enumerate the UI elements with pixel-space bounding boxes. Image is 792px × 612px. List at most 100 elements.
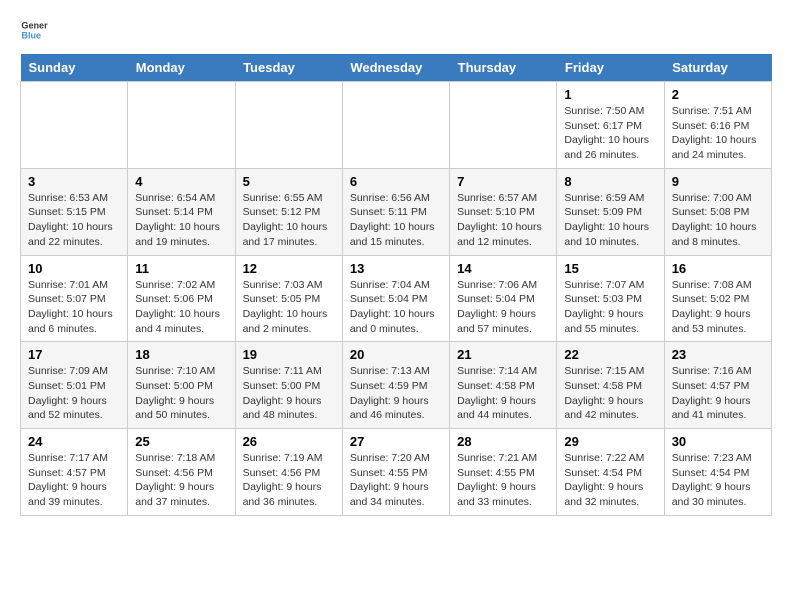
day-info: Sunrise: 7:22 AM Sunset: 4:54 PM Dayligh…	[564, 451, 656, 510]
weekday-header-thursday: Thursday	[450, 54, 557, 82]
weekday-header-wednesday: Wednesday	[342, 54, 449, 82]
day-info: Sunrise: 6:55 AM Sunset: 5:12 PM Dayligh…	[243, 191, 335, 250]
calendar-header: SundayMondayTuesdayWednesdayThursdayFrid…	[21, 54, 772, 82]
calendar-cell: 11 Sunrise: 7:02 AM Sunset: 5:06 PM Dayli…	[128, 255, 235, 342]
day-number: 12	[243, 261, 335, 276]
calendar-cell: 3 Sunrise: 6:53 AM Sunset: 5:15 PM Daylig…	[21, 168, 128, 255]
day-info: Sunrise: 6:56 AM Sunset: 5:11 PM Dayligh…	[350, 191, 442, 250]
day-info: Sunrise: 7:11 AM Sunset: 5:00 PM Dayligh…	[243, 364, 335, 423]
day-number: 27	[350, 434, 442, 449]
calendar-cell	[128, 82, 235, 169]
calendar-week-3: 10 Sunrise: 7:01 AM Sunset: 5:07 PM Dayli…	[21, 255, 772, 342]
calendar-cell: 28Sunrise: 7:21 AM Sunset: 4:55 PM Dayli…	[450, 429, 557, 516]
day-info: Sunrise: 7:02 AM Sunset: 5:06 PM Dayligh…	[135, 278, 227, 337]
calendar-cell: 7 Sunrise: 6:57 AM Sunset: 5:10 PM Daylig…	[450, 168, 557, 255]
day-info: Sunrise: 7:23 AM Sunset: 4:54 PM Dayligh…	[672, 451, 764, 510]
day-info: Sunrise: 7:13 AM Sunset: 4:59 PM Dayligh…	[350, 364, 442, 423]
calendar-week-4: 17 Sunrise: 7:09 AM Sunset: 5:01 PM Dayli…	[21, 342, 772, 429]
calendar-cell	[450, 82, 557, 169]
weekday-header-tuesday: Tuesday	[235, 54, 342, 82]
day-number: 5	[243, 174, 335, 189]
day-info: Sunrise: 7:08 AM Sunset: 5:02 PM Dayligh…	[672, 278, 764, 337]
calendar-cell	[235, 82, 342, 169]
day-number: 17	[28, 347, 120, 362]
calendar-week-5: 24 Sunrise: 7:17 AM Sunset: 4:57 PM Dayli…	[21, 429, 772, 516]
day-number: 15	[564, 261, 656, 276]
calendar-cell: 24 Sunrise: 7:17 AM Sunset: 4:57 PM Dayli…	[21, 429, 128, 516]
day-number: 30	[672, 434, 764, 449]
calendar-cell: 15 Sunrise: 7:07 AM Sunset: 5:03 PM Dayli…	[557, 255, 664, 342]
calendar-week-2: 3 Sunrise: 6:53 AM Sunset: 5:15 PM Daylig…	[21, 168, 772, 255]
day-number: 16	[672, 261, 764, 276]
day-number: 23	[672, 347, 764, 362]
day-number: 13	[350, 261, 442, 276]
day-info: Sunrise: 7:04 AM Sunset: 5:04 PM Dayligh…	[350, 278, 442, 337]
calendar-cell: 10 Sunrise: 7:01 AM Sunset: 5:07 PM Dayli…	[21, 255, 128, 342]
day-number: 3	[28, 174, 120, 189]
day-info: Sunrise: 7:00 AM Sunset: 5:08 PM Dayligh…	[672, 191, 764, 250]
day-number: 25	[135, 434, 227, 449]
day-number: 18	[135, 347, 227, 362]
calendar-cell: 21 Sunrise: 7:14 AM Sunset: 4:58 PM Dayli…	[450, 342, 557, 429]
calendar-cell	[342, 82, 449, 169]
day-number: 21	[457, 347, 549, 362]
day-number: 22	[564, 347, 656, 362]
day-info: Sunrise: 7:16 AM Sunset: 4:57 PM Dayligh…	[672, 364, 764, 423]
day-info: Sunrise: 7:03 AM Sunset: 5:05 PM Dayligh…	[243, 278, 335, 337]
day-number: 29	[564, 434, 656, 449]
calendar-cell: 9 Sunrise: 7:00 AM Sunset: 5:08 PM Daylig…	[664, 168, 771, 255]
day-info: Sunrise: 6:57 AM Sunset: 5:10 PM Dayligh…	[457, 191, 549, 250]
calendar-cell: 17 Sunrise: 7:09 AM Sunset: 5:01 PM Dayli…	[21, 342, 128, 429]
day-info: Sunrise: 7:17 AM Sunset: 4:57 PM Dayligh…	[28, 451, 120, 510]
day-number: 8	[564, 174, 656, 189]
calendar-cell: 5 Sunrise: 6:55 AM Sunset: 5:12 PM Daylig…	[235, 168, 342, 255]
header: General Blue	[20, 16, 772, 44]
day-number: 1	[564, 87, 656, 102]
calendar-cell: 8Sunrise: 6:59 AM Sunset: 5:09 PM Daylig…	[557, 168, 664, 255]
day-info: Sunrise: 7:18 AM Sunset: 4:56 PM Dayligh…	[135, 451, 227, 510]
day-info: Sunrise: 7:19 AM Sunset: 4:56 PM Dayligh…	[243, 451, 335, 510]
day-info: Sunrise: 7:07 AM Sunset: 5:03 PM Dayligh…	[564, 278, 656, 337]
calendar-cell: 20Sunrise: 7:13 AM Sunset: 4:59 PM Dayli…	[342, 342, 449, 429]
day-info: Sunrise: 7:21 AM Sunset: 4:55 PM Dayligh…	[457, 451, 549, 510]
calendar-cell: 2 Sunrise: 7:51 AM Sunset: 6:16 PM Daylig…	[664, 82, 771, 169]
day-info: Sunrise: 6:54 AM Sunset: 5:14 PM Dayligh…	[135, 191, 227, 250]
day-number: 7	[457, 174, 549, 189]
day-number: 26	[243, 434, 335, 449]
logo-icon: General Blue	[20, 16, 48, 44]
calendar-cell: 18 Sunrise: 7:10 AM Sunset: 5:00 PM Dayli…	[128, 342, 235, 429]
day-info: Sunrise: 7:51 AM Sunset: 6:16 PM Dayligh…	[672, 104, 764, 163]
weekday-header-sunday: Sunday	[21, 54, 128, 82]
calendar-cell: 19Sunrise: 7:11 AM Sunset: 5:00 PM Dayli…	[235, 342, 342, 429]
day-info: Sunrise: 7:14 AM Sunset: 4:58 PM Dayligh…	[457, 364, 549, 423]
calendar-cell: 16 Sunrise: 7:08 AM Sunset: 5:02 PM Dayli…	[664, 255, 771, 342]
calendar-cell: 27Sunrise: 7:20 AM Sunset: 4:55 PM Dayli…	[342, 429, 449, 516]
calendar-cell: 23 Sunrise: 7:16 AM Sunset: 4:57 PM Dayli…	[664, 342, 771, 429]
calendar-cell: 30 Sunrise: 7:23 AM Sunset: 4:54 PM Dayli…	[664, 429, 771, 516]
calendar-cell: 13 Sunrise: 7:04 AM Sunset: 5:04 PM Dayli…	[342, 255, 449, 342]
day-info: Sunrise: 7:50 AM Sunset: 6:17 PM Dayligh…	[564, 104, 656, 163]
day-info: Sunrise: 6:53 AM Sunset: 5:15 PM Dayligh…	[28, 191, 120, 250]
calendar-cell: 14Sunrise: 7:06 AM Sunset: 5:04 PM Dayli…	[450, 255, 557, 342]
calendar-week-1: 1 Sunrise: 7:50 AM Sunset: 6:17 PM Daylig…	[21, 82, 772, 169]
weekday-header-friday: Friday	[557, 54, 664, 82]
day-info: Sunrise: 7:10 AM Sunset: 5:00 PM Dayligh…	[135, 364, 227, 423]
day-info: Sunrise: 7:06 AM Sunset: 5:04 PM Dayligh…	[457, 278, 549, 337]
svg-text:General: General	[21, 21, 48, 31]
calendar-cell: 25 Sunrise: 7:18 AM Sunset: 4:56 PM Dayli…	[128, 429, 235, 516]
weekday-header-monday: Monday	[128, 54, 235, 82]
day-info: Sunrise: 7:09 AM Sunset: 5:01 PM Dayligh…	[28, 364, 120, 423]
svg-text:Blue: Blue	[21, 30, 41, 40]
day-number: 24	[28, 434, 120, 449]
calendar-cell: 22 Sunrise: 7:15 AM Sunset: 4:58 PM Dayli…	[557, 342, 664, 429]
calendar-cell: 12 Sunrise: 7:03 AM Sunset: 5:05 PM Dayli…	[235, 255, 342, 342]
weekday-header-saturday: Saturday	[664, 54, 771, 82]
day-number: 10	[28, 261, 120, 276]
calendar-cell: 29 Sunrise: 7:22 AM Sunset: 4:54 PM Dayli…	[557, 429, 664, 516]
day-info: Sunrise: 7:01 AM Sunset: 5:07 PM Dayligh…	[28, 278, 120, 337]
day-info: Sunrise: 7:15 AM Sunset: 4:58 PM Dayligh…	[564, 364, 656, 423]
day-number: 11	[135, 261, 227, 276]
calendar-cell: 26 Sunrise: 7:19 AM Sunset: 4:56 PM Dayli…	[235, 429, 342, 516]
day-number: 2	[672, 87, 764, 102]
day-number: 9	[672, 174, 764, 189]
